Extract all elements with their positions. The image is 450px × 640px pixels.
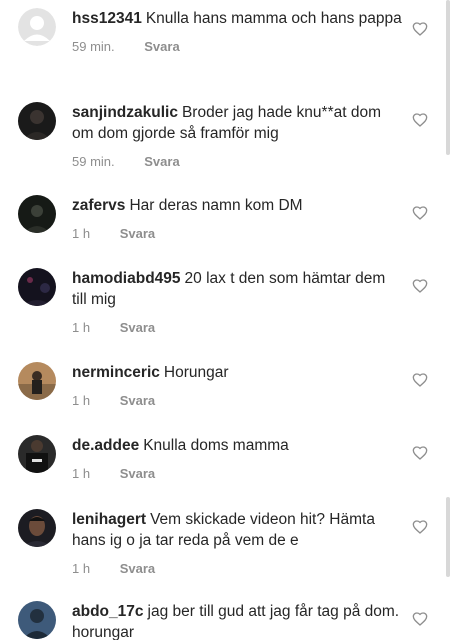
comment-text: Knulla hans mamma och hans pappa (145, 10, 402, 27)
comment-time: 1 h (72, 561, 91, 576)
profile-photo-icon (18, 601, 56, 639)
comment-username[interactable]: abdo_17c (72, 603, 144, 620)
profile-photo-icon (18, 362, 56, 400)
avatar[interactable] (18, 268, 56, 306)
scrollbar-thumb[interactable] (446, 497, 450, 577)
comment-username[interactable]: hss12341 (72, 10, 142, 27)
profile-photo-icon (18, 509, 56, 547)
reply-button[interactable]: Svara (120, 393, 155, 408)
reply-button[interactable]: Svara (120, 466, 155, 481)
comment-text: Har deras namn kom DM (129, 197, 303, 214)
comment-username[interactable]: nermin​ceric (72, 364, 160, 381)
avatar[interactable] (18, 509, 56, 547)
profile-photo-icon (18, 102, 56, 140)
comment-time: 1 h (72, 466, 91, 481)
heart-outline-icon[interactable] (412, 278, 428, 294)
heart-outline-icon[interactable] (412, 372, 428, 388)
scrollbar-indicator[interactable] (446, 0, 450, 155)
heart-outline-icon[interactable] (412, 112, 428, 128)
profile-photo-icon (18, 268, 56, 306)
comment-username[interactable]: zafervs (72, 197, 125, 214)
comment-time: 1 h (72, 226, 91, 241)
default-avatar-icon (18, 8, 56, 46)
comment-time: 59 min. (72, 154, 115, 169)
comments-screen: hss12341 Knulla hans mamma och hans pappa… (0, 0, 450, 640)
comment-text: Horungar (163, 364, 229, 381)
avatar[interactable] (18, 195, 56, 233)
comment-time: 1 h (72, 320, 91, 335)
comment-username[interactable]: sanjindzakulic (72, 104, 178, 121)
profile-photo-icon (18, 195, 56, 233)
avatar[interactable] (18, 362, 56, 400)
comment-username[interactable]: hamodiabd495 (72, 270, 181, 287)
heart-outline-icon[interactable] (412, 519, 428, 535)
comment-username[interactable]: lenihagert (72, 511, 146, 528)
reply-button[interactable]: Svara (120, 226, 155, 241)
avatar[interactable] (18, 435, 56, 473)
profile-photo-icon (18, 435, 56, 473)
heart-outline-icon[interactable] (412, 21, 428, 37)
avatar[interactable] (18, 8, 56, 46)
comment-time: 59 min. (72, 39, 115, 54)
comment-username[interactable]: de.addee (72, 437, 139, 454)
reply-button[interactable]: Svara (144, 39, 179, 54)
reply-button[interactable]: Svara (120, 561, 155, 576)
comment-text: Knulla doms mamma (143, 437, 289, 454)
reply-button[interactable]: Svara (144, 154, 179, 169)
heart-outline-icon[interactable] (412, 445, 428, 461)
avatar[interactable] (18, 601, 56, 639)
comment-time: 1 h (72, 393, 91, 408)
reply-button[interactable]: Svara (120, 320, 155, 335)
avatar[interactable] (18, 102, 56, 140)
heart-outline-icon[interactable] (412, 205, 428, 221)
heart-outline-icon[interactable] (412, 611, 428, 627)
